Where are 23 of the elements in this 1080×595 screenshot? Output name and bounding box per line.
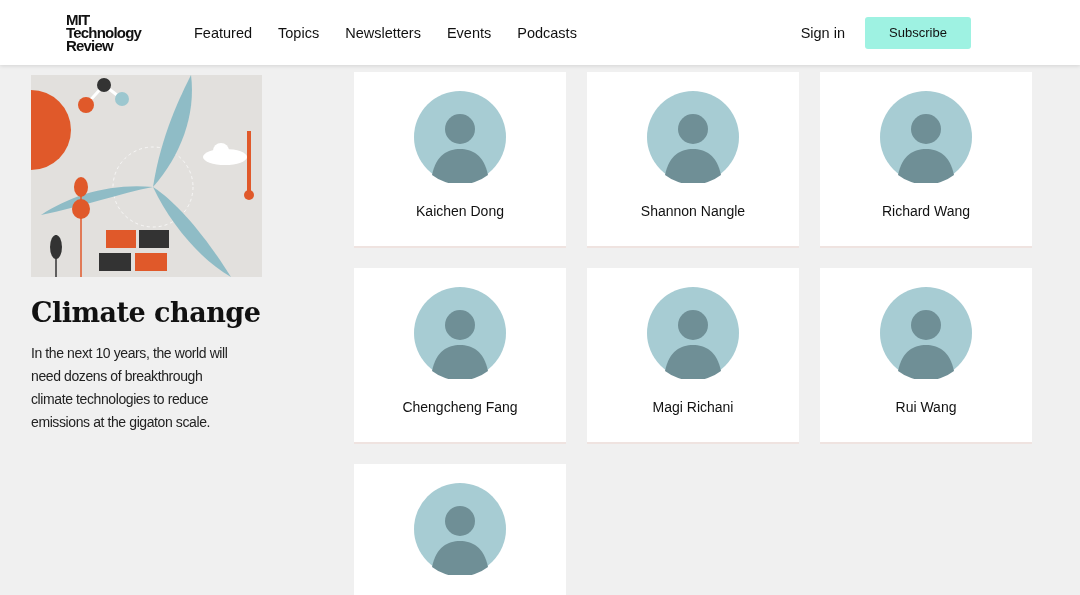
person-name: Richard Wang bbox=[881, 203, 971, 219]
logo[interactable]: MIT Technology Review bbox=[66, 13, 166, 52]
person-name: Rui Wang bbox=[895, 399, 957, 415]
person-card[interactable]: Kaichen Dong bbox=[354, 72, 566, 246]
topic-title: Climate change bbox=[31, 297, 262, 328]
subscribe-button[interactable]: Subscribe bbox=[865, 16, 971, 49]
person-card[interactable]: Chengcheng Fang bbox=[354, 268, 566, 442]
person-name: Shannon Nangle bbox=[640, 203, 746, 219]
person-card[interactable] bbox=[354, 464, 566, 595]
person-name: Magi Richani bbox=[652, 399, 734, 415]
person-name: Kaichen Dong bbox=[416, 203, 504, 219]
sign-in-link[interactable]: Sign in bbox=[800, 24, 845, 41]
person-card[interactable]: Magi Richani bbox=[587, 268, 799, 442]
topic-description: In the next 10 years, the world will need dozens of breakthrough climate technologies to reduce emissions at the gigaton scale. bbox=[31, 344, 229, 432]
person-card[interactable]: Shannon Nangle bbox=[587, 72, 799, 246]
person-card[interactable]: Richard Wang bbox=[820, 72, 1032, 246]
nav-link[interactable]: Podcasts bbox=[517, 24, 577, 41]
nav-link[interactable]: Topics bbox=[278, 24, 320, 41]
person-name: Chengcheng Fang bbox=[402, 399, 518, 415]
nav-link[interactable]: Newsletters bbox=[345, 24, 421, 41]
person-card[interactable]: Rui Wang bbox=[820, 268, 1032, 442]
nav-link[interactable]: Featured bbox=[194, 24, 253, 41]
nav-link[interactable]: Events bbox=[446, 24, 492, 41]
